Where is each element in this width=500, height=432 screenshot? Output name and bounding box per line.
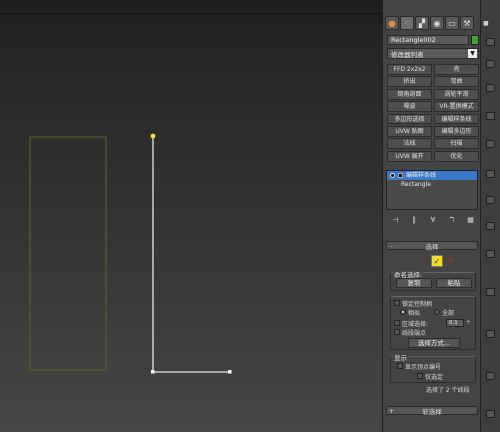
- modifier-stack[interactable]: 编辑样条线 Rectangle: [386, 170, 478, 210]
- stack-item-rectangle[interactable]: Rectangle: [387, 180, 477, 189]
- area-selection-label: 区域选择:: [402, 321, 429, 328]
- modifier-button-extrude[interactable]: 挤出: [387, 76, 432, 88]
- rectangle-object-outline[interactable]: [29, 136, 107, 371]
- display-icon[interactable]: ▭: [445, 16, 459, 30]
- modifier-button-unwrap-uvw[interactable]: UVW 展开: [387, 150, 432, 162]
- strip-button-5[interactable]: [486, 140, 495, 148]
- rollout-title: 选择: [425, 242, 439, 251]
- copy-button[interactable]: 复制: [396, 278, 432, 288]
- hierarchy-icon[interactable]: ▞: [415, 16, 429, 30]
- strip-button-2[interactable]: [486, 60, 495, 68]
- object-name-row: Rectangle002: [387, 35, 479, 45]
- area-selection-checkbox[interactable]: [394, 320, 400, 326]
- lock-handles-checkbox[interactable]: [394, 300, 400, 306]
- strip-button-10[interactable]: [486, 288, 495, 296]
- modifier-list-dropdown[interactable]: 修改器列表 ▼: [387, 48, 479, 59]
- select-by-button[interactable]: 选择方式...: [408, 338, 460, 348]
- expand-box-icon[interactable]: [398, 173, 403, 178]
- show-vertex-numbers-checkbox[interactable]: [397, 363, 403, 369]
- segment-end-label: 线段端点: [402, 330, 427, 337]
- modifier-button-edit-spline[interactable]: 编辑样条线: [434, 113, 479, 125]
- modifier-button-bend[interactable]: 弯曲: [434, 76, 479, 88]
- modifier-button-vr-displacement[interactable]: VR-置换模式: [434, 101, 479, 112]
- strip-button-6[interactable]: [486, 170, 495, 178]
- command-panel-tabs: ● ◜ ▞ ◉ ▭ ⚒: [385, 16, 474, 30]
- selected-only-label: 仅选定: [425, 374, 444, 381]
- modifier-button-shell[interactable]: 壳: [434, 64, 479, 75]
- modifier-button-normal[interactable]: 法线: [387, 138, 432, 150]
- segment-end-checkbox[interactable]: [394, 329, 400, 335]
- selection-rollout-header[interactable]: - 选择: [386, 241, 478, 251]
- modifier-button-uvw-map[interactable]: UVW 贴图: [387, 125, 432, 137]
- object-color-swatch[interactable]: [471, 35, 479, 45]
- viewport-canvas[interactable]: [0, 0, 382, 432]
- spinner-arrows-icon[interactable]: ÷: [466, 319, 471, 326]
- strip-button-1[interactable]: [486, 38, 495, 46]
- similar-radio[interactable]: [400, 309, 406, 315]
- modifier-button-poly-select[interactable]: 多边形选择: [387, 113, 432, 125]
- modifier-button-edit-poly[interactable]: 编辑多边形: [434, 125, 479, 137]
- utilities-icon[interactable]: ⚒: [460, 16, 474, 30]
- secondary-panel-strip: ■: [480, 0, 500, 432]
- rollout-title: 软选择: [422, 407, 442, 416]
- all-label: 全部: [442, 310, 455, 317]
- vertex-level-icon[interactable]: ⋰: [417, 255, 429, 267]
- segment-level-icon[interactable]: ✓: [431, 255, 443, 267]
- spline-vertex-top[interactable]: [150, 133, 156, 139]
- show-end-result-icon[interactable]: ‖: [409, 216, 420, 225]
- modifier-button-noise[interactable]: 噪波: [387, 101, 432, 112]
- modifier-button-sweep[interactable]: 扫描: [434, 138, 479, 150]
- area-selection-spinner[interactable]: 0.1: [446, 319, 464, 327]
- modifier-button-turbosmooth[interactable]: 涡轮平滑: [434, 88, 479, 100]
- make-unique-icon[interactable]: ∀: [428, 216, 439, 225]
- strip-button-3[interactable]: [486, 84, 495, 92]
- strip-button-4[interactable]: [486, 112, 495, 120]
- edited-spline-segments[interactable]: [152, 136, 230, 373]
- stack-item-edit-spline[interactable]: 编辑样条线: [387, 171, 477, 180]
- display-label: 显示: [393, 352, 408, 362]
- similar-label: 相似: [408, 310, 421, 317]
- collapse-icon[interactable]: -: [387, 242, 396, 250]
- soft-selection-rollout-header[interactable]: + 软选择: [386, 406, 478, 416]
- modifier-list-label: 修改器列表: [391, 50, 424, 59]
- show-vertex-numbers-label: 显示顶点编号: [405, 364, 442, 371]
- stack-tools: ⊣ ‖ ∀ ℸ ▦: [390, 215, 476, 225]
- modifier-button-bevel-profile[interactable]: 倒角剖面: [387, 88, 432, 100]
- paste-button[interactable]: 粘贴: [436, 278, 472, 288]
- stack-item-label: Rectangle: [401, 181, 431, 188]
- spline-vertex-corner[interactable]: [151, 370, 155, 374]
- strip-button-7[interactable]: [486, 196, 495, 204]
- modifier-buttons-grid: FFD 2x2x2 壳 挤出 弯曲 倒角剖面 涡轮平滑 噪波 VR-置换模式 多…: [387, 64, 479, 162]
- strip-button-11[interactable]: [486, 330, 495, 338]
- strip-button-12[interactable]: [486, 372, 495, 380]
- all-radio[interactable]: [434, 309, 440, 315]
- lock-handles-label: 锁定控制柄: [402, 301, 433, 308]
- remove-modifier-icon[interactable]: ℸ: [446, 216, 457, 225]
- strip-marker: ■: [483, 20, 489, 27]
- perspective-viewport[interactable]: [0, 0, 382, 432]
- modifier-button-optimize[interactable]: 优化: [434, 150, 479, 162]
- expand-icon[interactable]: +: [387, 407, 396, 415]
- selected-only-checkbox[interactable]: [417, 373, 423, 379]
- stack-item-label: 编辑样条线: [406, 172, 437, 179]
- strip-button-9[interactable]: [486, 250, 495, 258]
- spline-vertex-end[interactable]: [228, 370, 232, 374]
- spline-level-icon[interactable]: ∿: [445, 255, 457, 267]
- light-bulb-icon[interactable]: [390, 173, 395, 178]
- strip-button-13[interactable]: [486, 410, 495, 418]
- create-icon[interactable]: ●: [385, 16, 399, 30]
- object-name-field[interactable]: Rectangle002: [387, 35, 469, 45]
- pin-stack-icon[interactable]: ⊣: [390, 216, 401, 225]
- selection-status-text: 选择了 2 个线段: [426, 387, 470, 394]
- modify-icon[interactable]: ◜: [400, 16, 414, 30]
- modifier-button-ffd[interactable]: FFD 2x2x2: [387, 64, 432, 75]
- motion-icon[interactable]: ◉: [430, 16, 444, 30]
- configure-sets-icon[interactable]: ▦: [465, 216, 476, 225]
- strip-button-8[interactable]: [486, 222, 495, 230]
- sub-object-level-icons: ⋰ ✓ ∿: [417, 254, 457, 268]
- dropdown-arrow-icon[interactable]: ▼: [468, 49, 477, 58]
